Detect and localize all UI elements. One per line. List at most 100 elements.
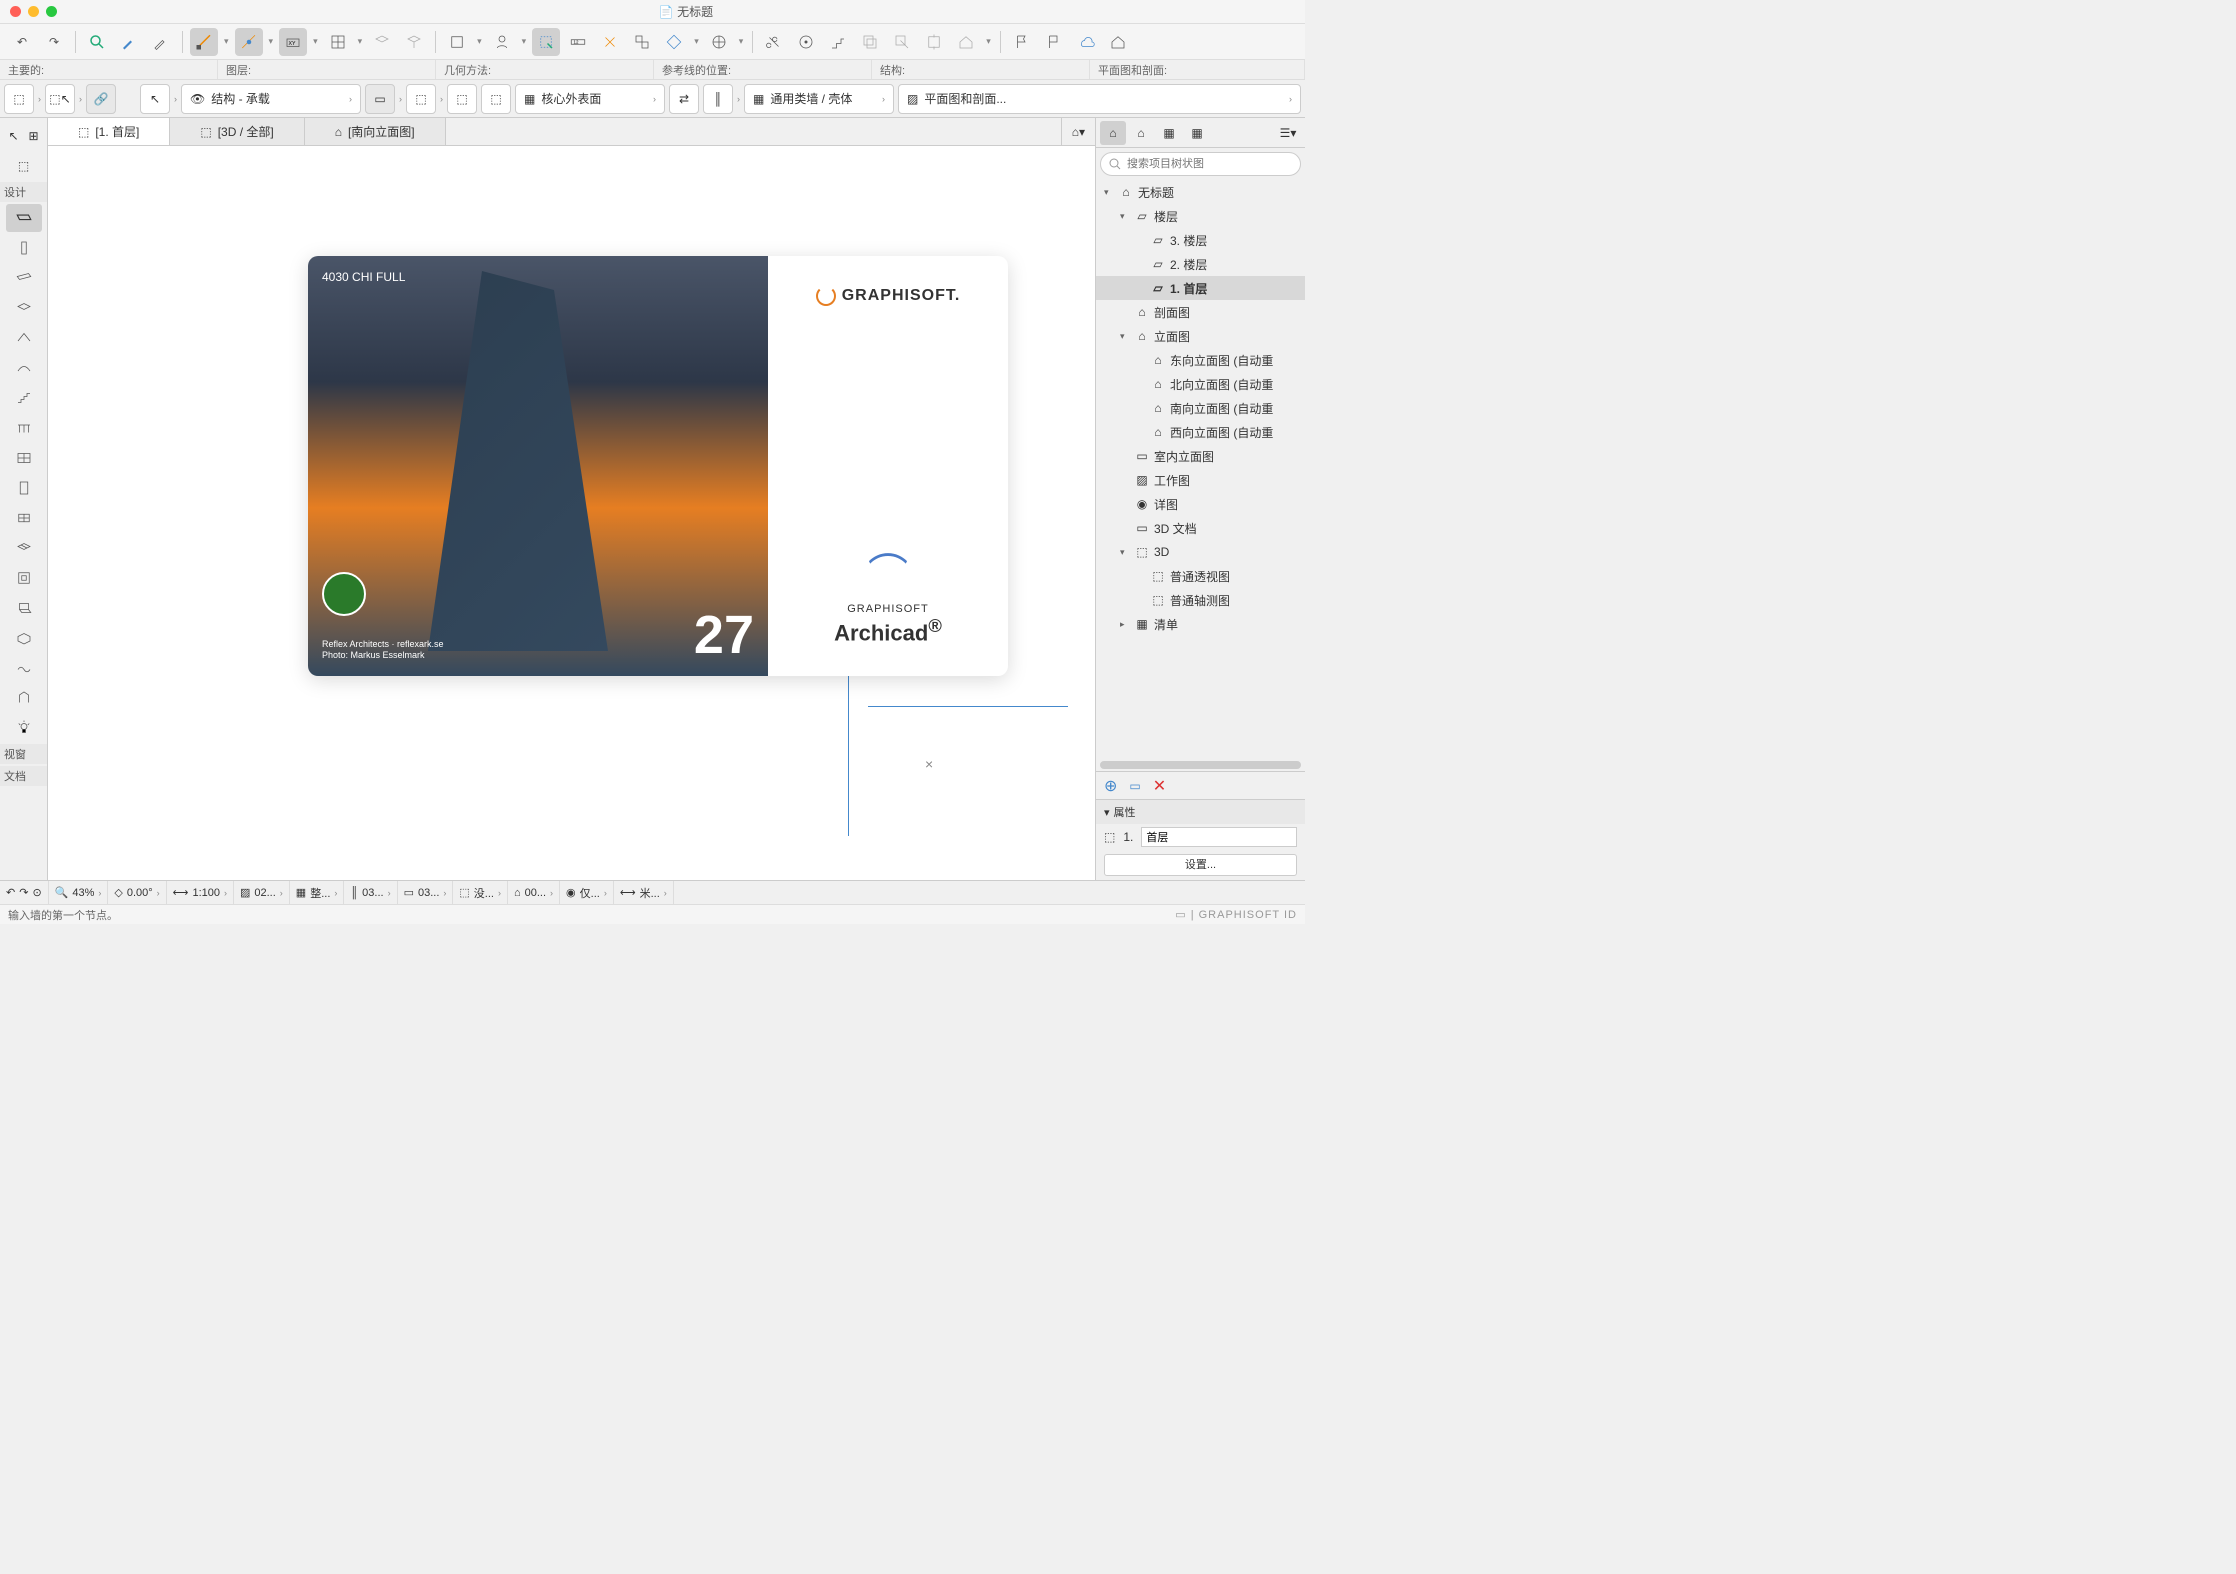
marquee-tool[interactable]: ⬚	[6, 152, 42, 180]
snap-button[interactable]	[235, 28, 263, 56]
home-button[interactable]	[952, 28, 980, 56]
settings-button[interactable]: 设置...	[1104, 854, 1297, 876]
geom-1[interactable]: ▭	[365, 84, 395, 114]
redo-button[interactable]: ↷	[40, 28, 68, 56]
tree-item[interactable]: ▾⌂无标题	[1096, 180, 1305, 204]
geom-3[interactable]: ⬚	[447, 84, 477, 114]
resize-button[interactable]	[920, 28, 948, 56]
pick-button[interactable]	[83, 28, 111, 56]
measure-button[interactable]: 12	[564, 28, 592, 56]
beam-tool[interactable]	[6, 264, 42, 292]
railing-tool[interactable]	[6, 414, 42, 442]
maximize-window[interactable]	[46, 6, 57, 17]
tree-item[interactable]: ▾⌂立面图	[1096, 324, 1305, 348]
offset-button[interactable]	[705, 28, 733, 56]
angle-icon[interactable]: ◇	[114, 886, 122, 899]
tree-item[interactable]: ⌂西向立面图 (自动重	[1096, 420, 1305, 444]
trim-button[interactable]	[760, 28, 788, 56]
tree-item[interactable]: ⌂剖面图	[1096, 300, 1305, 324]
flag2-button[interactable]	[1040, 28, 1068, 56]
search-input[interactable]	[1100, 152, 1301, 176]
opening-tool[interactable]	[6, 564, 42, 592]
story-name-input[interactable]	[1141, 827, 1297, 847]
graphisoft-id[interactable]: ▭ | GRAPHISOFT ID	[1175, 908, 1297, 921]
tab-floor[interactable]: ⬚ [1. 首层]	[48, 118, 170, 145]
link-button[interactable]: 🔗	[86, 84, 116, 114]
magic-button[interactable]	[532, 28, 560, 56]
flag-button[interactable]	[1008, 28, 1036, 56]
minimize-window[interactable]	[28, 6, 39, 17]
props-header[interactable]: ▾ 属性	[1096, 800, 1305, 824]
arrow-tool[interactable]: ↖	[5, 122, 23, 150]
stair-tool[interactable]	[6, 384, 42, 412]
door-tool[interactable]	[6, 474, 42, 502]
skylight-tool[interactable]	[6, 534, 42, 562]
intersect-button[interactable]	[856, 28, 884, 56]
layer-select[interactable]: 👁 结构 - 承载›	[181, 84, 361, 114]
nav-menu[interactable]: ☰▾	[1275, 121, 1301, 145]
tree-item[interactable]: ▸▦清单	[1096, 612, 1305, 636]
object-tool[interactable]	[6, 594, 42, 622]
nav-project-map[interactable]: ⌂	[1100, 121, 1126, 145]
zone-tool[interactable]	[6, 624, 42, 652]
morph-tool[interactable]	[6, 684, 42, 712]
tree-item[interactable]: ▱1. 首层	[1096, 276, 1305, 300]
home2-button[interactable]	[1104, 28, 1132, 56]
tree-item[interactable]: ▭室内立面图	[1096, 444, 1305, 468]
tree-item[interactable]: ▱3. 楼层	[1096, 228, 1305, 252]
project-tree[interactable]: ▾⌂无标题▾▱楼层▱3. 楼层▱2. 楼层▱1. 首层⌂剖面图▾⌂立面图⌂东向立…	[1096, 180, 1305, 759]
delete-icon[interactable]: ✕	[1153, 776, 1166, 796]
tree-item[interactable]: ⌂北向立面图 (自动重	[1096, 372, 1305, 396]
tab-overflow[interactable]: ⌂▾	[1061, 118, 1095, 145]
split-button[interactable]	[792, 28, 820, 56]
scale-icon[interactable]: ⟷	[173, 886, 189, 899]
slab-tool[interactable]	[6, 294, 42, 322]
wall-tool[interactable]	[6, 204, 42, 232]
refline-select[interactable]: ▦ 核心外表面›	[515, 84, 665, 114]
tree-item[interactable]: ⬚普通轴测图	[1096, 588, 1305, 612]
guide-button[interactable]	[190, 28, 218, 56]
nav-fwd[interactable]: ↷	[19, 886, 28, 899]
elem-id-button[interactable]	[596, 28, 624, 56]
tree-item[interactable]: ▾▱楼层	[1096, 204, 1305, 228]
flip-button[interactable]: ⇄	[669, 84, 699, 114]
add-icon[interactable]: ⊕	[1104, 776, 1117, 796]
drawing-canvas[interactable]: × 4030 CHI FULL Reflex Architects · refl…	[48, 146, 1095, 880]
geom-2[interactable]: ⬚	[406, 84, 436, 114]
mesh-tool[interactable]	[6, 654, 42, 682]
zoom-icon[interactable]: 🔍	[55, 886, 69, 899]
tree-item[interactable]: ◉详图	[1096, 492, 1305, 516]
grid-tool[interactable]: ⊞	[25, 122, 43, 150]
nav-view-map[interactable]: ⌂	[1128, 121, 1154, 145]
lamp-tool[interactable]	[6, 714, 42, 742]
adjust-button[interactable]	[824, 28, 852, 56]
undo-button[interactable]: ↶	[8, 28, 36, 56]
tree-item[interactable]: ⌂南向立面图 (自动重	[1096, 396, 1305, 420]
gravity-button[interactable]	[400, 28, 428, 56]
close-window[interactable]	[10, 6, 21, 17]
shell-tool[interactable]	[6, 354, 42, 382]
cloud-button[interactable]	[1072, 28, 1100, 56]
tree-item[interactable]: ▾⬚3D	[1096, 540, 1305, 564]
roof-tool[interactable]	[6, 324, 42, 352]
nav-back[interactable]: ↶	[6, 886, 15, 899]
curtain-tool[interactable]	[6, 444, 42, 472]
tab-3d[interactable]: ⬚ [3D / 全部]	[170, 118, 304, 145]
scrollbar[interactable]	[1100, 761, 1301, 769]
grid-button[interactable]	[324, 28, 352, 56]
nav-publisher[interactable]: ▦	[1184, 121, 1210, 145]
eyedropper-button[interactable]	[115, 28, 143, 56]
column-tool[interactable]	[6, 234, 42, 262]
zoom-home[interactable]: ⊙	[32, 886, 41, 899]
geom-4[interactable]: ⬚	[481, 84, 511, 114]
window-tool[interactable]	[6, 504, 42, 532]
plane-button[interactable]	[368, 28, 396, 56]
tree-item[interactable]: ▭3D 文档	[1096, 516, 1305, 540]
align-button[interactable]	[628, 28, 656, 56]
tab-elevation[interactable]: ⌂ [南向立面图]	[305, 118, 446, 145]
coord-button[interactable]: XY	[279, 28, 307, 56]
inject-button[interactable]	[147, 28, 175, 56]
nav-layout[interactable]: ▦	[1156, 121, 1182, 145]
distribute-button[interactable]	[660, 28, 688, 56]
fillet-button[interactable]	[888, 28, 916, 56]
